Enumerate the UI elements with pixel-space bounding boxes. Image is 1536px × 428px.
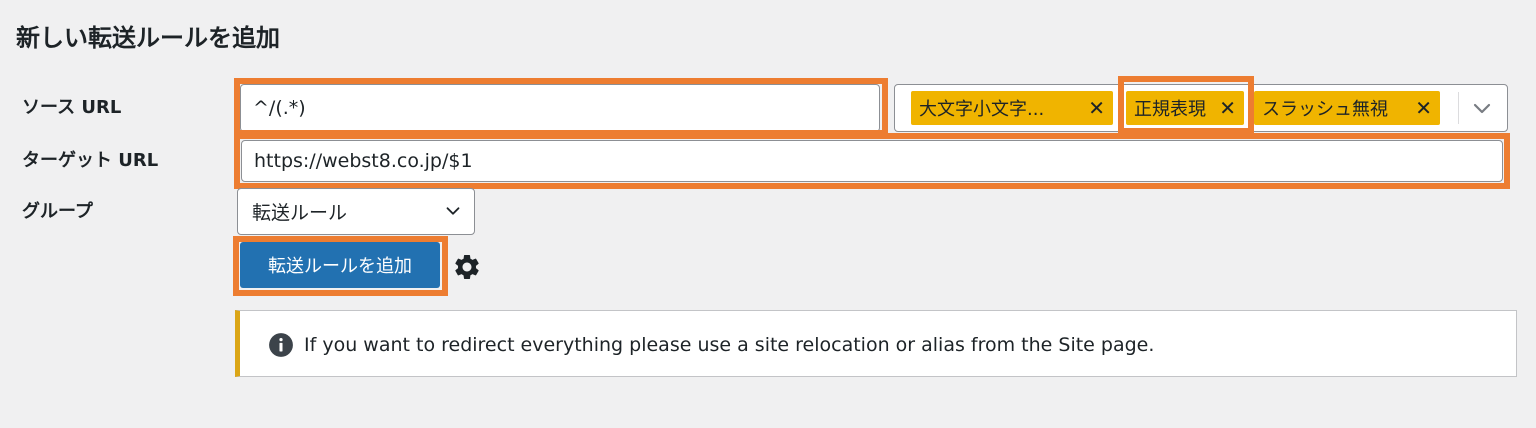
gear-icon[interactable] <box>452 252 482 282</box>
notice-text: If you want to redirect everything pleas… <box>304 334 1155 356</box>
close-icon[interactable]: ✕ <box>1415 95 1432 121</box>
flag-tag-regex: 正規表現 ✕ <box>1126 91 1244 125</box>
info-icon <box>269 333 293 357</box>
flag-tag-label: 大文字小文字... <box>919 99 1045 120</box>
group-select[interactable]: 転送ルール <box>237 188 475 235</box>
chevron-down-icon[interactable] <box>442 200 464 222</box>
group-label: グループ <box>22 201 93 222</box>
source-url-input[interactable]: ^/(.*) <box>240 84 880 132</box>
flag-tag-label: 正規表現 <box>1134 99 1206 120</box>
close-icon[interactable]: ✕ <box>1219 95 1236 121</box>
target-url-input[interactable]: https://webst8.co.jp/$1 <box>241 140 1503 182</box>
flag-tag-label: スラッシュ無視 <box>1262 99 1388 120</box>
chevron-down-icon[interactable] <box>1470 96 1494 120</box>
flags-divider <box>1458 92 1459 124</box>
add-rule-button[interactable]: 転送ルールを追加 <box>240 242 440 288</box>
flag-tag-ignore-slash: スラッシュ無視 ✕ <box>1254 91 1440 125</box>
target-url-label: ターゲット URL <box>22 150 159 171</box>
flag-tag-case-insensitive: 大文字小文字... ✕ <box>911 91 1113 125</box>
close-icon[interactable]: ✕ <box>1088 95 1105 121</box>
source-url-label: ソース URL <box>22 97 122 118</box>
page-title: 新しい転送ルールを追加 <box>16 24 280 52</box>
